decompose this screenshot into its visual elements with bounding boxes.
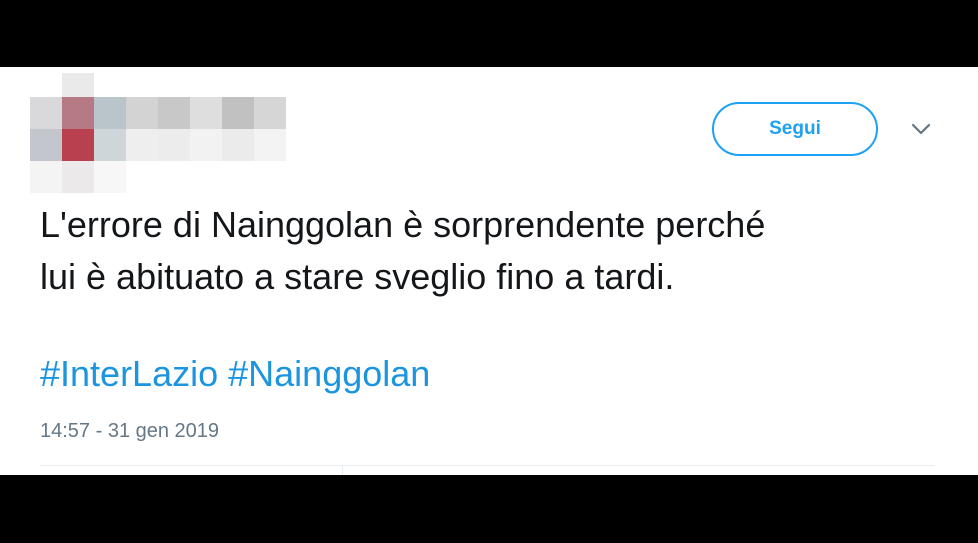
tweet-card: Segui L'errore di Nainggolan è sorprende… — [0, 67, 978, 475]
tweet-text-line-2: lui è abituato a stare sveglio fino a ta… — [40, 256, 675, 297]
tweet-text: L'errore di Nainggolan è sorprendente pe… — [40, 199, 950, 303]
hashtag-interlazio[interactable]: #InterLazio — [40, 353, 218, 394]
tweet-timestamp[interactable]: 14:57 - 31 gen 2019 — [40, 420, 219, 443]
hashtag-nainggolan[interactable]: #Nainggolan — [228, 353, 430, 394]
screenshot-frame: Segui L'errore di Nainggolan è sorprende… — [0, 0, 978, 543]
hashtags: #InterLazio #Nainggolan — [40, 352, 430, 396]
tweet-text-line-1: L'errore di Nainggolan è sorprendente pe… — [40, 204, 766, 245]
divider — [40, 465, 935, 466]
divider-tick — [342, 465, 343, 475]
follow-button[interactable]: Segui — [712, 102, 878, 156]
chevron-down-icon[interactable] — [908, 119, 934, 139]
